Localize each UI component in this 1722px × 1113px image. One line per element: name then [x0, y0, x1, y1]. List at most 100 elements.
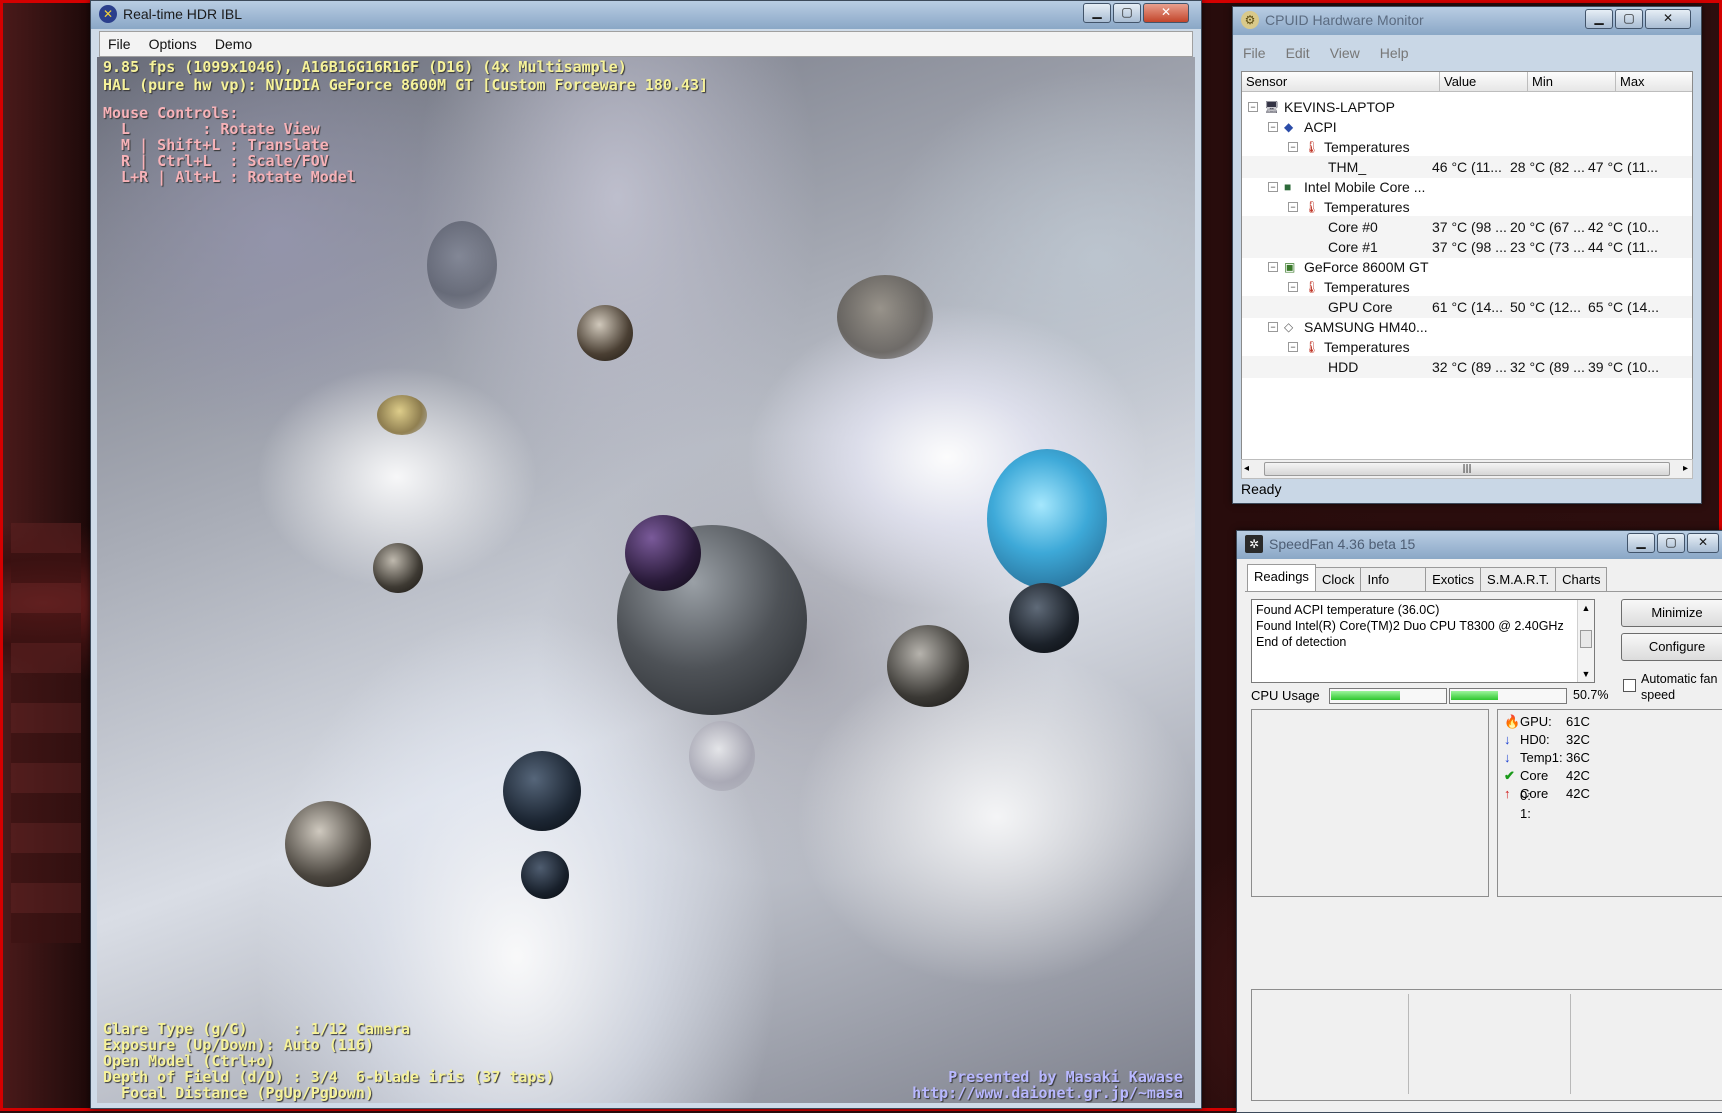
configure-button[interactable]: Configure [1621, 633, 1722, 661]
minimize-action-button[interactable]: Minimize [1621, 599, 1722, 627]
automatic-fan-speed-checkbox[interactable] [1623, 679, 1636, 692]
log-scrollbar[interactable]: ▲ ▼ [1577, 600, 1594, 682]
fan-panel [1251, 709, 1489, 897]
cpuid-menu-help[interactable]: Help [1378, 45, 1411, 67]
fps-info-line: 9.85 fps (1099x1046), A16B16G16R16F (D16… [103, 58, 627, 76]
render-viewport[interactable]: 9.85 fps (1099x1046), A16B16G16R16F (D16… [97, 57, 1195, 1103]
sensor-row[interactable]: THM_ 46 °C (11... 28 °C (82 ... 47 °C (11..… [1242, 156, 1692, 178]
menu-demo[interactable]: Demo [213, 36, 254, 52]
cpuid-menu-view[interactable]: View [1328, 45, 1362, 67]
tree-collapse-toggle[interactable]: − [1268, 322, 1278, 332]
menu-options[interactable]: Options [147, 36, 199, 52]
tab-charts[interactable]: Charts [1555, 567, 1608, 592]
wallpaper-decoration [11, 523, 81, 943]
tab-info[interactable]: Info [1360, 567, 1427, 592]
tree-collapse-toggle[interactable]: − [1268, 262, 1278, 272]
tree-collapse-toggle[interactable]: − [1268, 122, 1278, 132]
cpu-usage-label: CPU Usage [1251, 688, 1320, 703]
cpu-usage-bar-core0 [1329, 688, 1447, 704]
cpuid-maximize-button[interactable]: ▢ [1615, 9, 1643, 29]
sensor-row[interactable]: − 🌡 Temperatures [1242, 336, 1692, 358]
thermometer-icon: 🌡 [1304, 200, 1320, 214]
cpu-usage-value: 50.7% [1573, 688, 1609, 702]
sensor-row[interactable]: Core #1 37 °C (98 ... 23 °C (73 ... 44 °C (… [1242, 236, 1692, 258]
reading-label: HD0: [1520, 732, 1550, 747]
speedfan-minimize-button[interactable]: ▁ [1627, 533, 1655, 553]
sensor-row[interactable]: − ▣ GeForce 8600M GT [1242, 256, 1692, 278]
sensor-label: KEVINS-LAPTOP [1284, 99, 1396, 115]
tab-smart[interactable]: S.M.A.R.T. [1480, 567, 1557, 592]
reading-value: 36C [1566, 750, 1590, 765]
tree-collapse-toggle[interactable]: − [1288, 282, 1298, 292]
log-scroll-up-arrow[interactable]: ▲ [1578, 600, 1594, 616]
tab-exotics[interactable]: Exotics [1425, 567, 1482, 592]
column-header-max[interactable]: Max [1616, 72, 1692, 92]
speedfan-close-button[interactable]: ✕ [1687, 533, 1719, 553]
focal-distance-line: Focal Distance (PgUp/PgDown) [103, 1084, 374, 1102]
temperature-panel: 🔥 GPU: 61C ↓ HD0: 32C ↓ Temp1: 36C ✔ Core 0: 42C ↑ Co… [1497, 709, 1722, 897]
sphere-bottom-left [285, 801, 371, 887]
sensor-label: Temperatures [1324, 139, 1410, 155]
reading-value: 32C [1566, 732, 1590, 747]
sensor-row[interactable]: Core #0 37 °C (98 ... 20 °C (67 ... 42 °C (… [1242, 216, 1692, 238]
tree-collapse-toggle[interactable]: − [1288, 342, 1298, 352]
cpuid-titlebar[interactable]: ⚙ CPUID Hardware Monitor ▁ ▢ ✕ [1233, 7, 1701, 35]
sensor-row[interactable]: GPU Core 61 °C (14... 50 °C (12... 65 °C (1… [1242, 296, 1692, 318]
tab-readings[interactable]: Readings [1247, 564, 1316, 592]
column-header-min[interactable]: Min [1528, 72, 1616, 92]
open-model-line: Open Model (Ctrl+o) [103, 1052, 275, 1070]
credit-url[interactable]: http://www.daionet.gr.jp/~masa [912, 1085, 1183, 1101]
menu-file[interactable]: File [106, 36, 133, 52]
sphere-glass-blue [987, 449, 1107, 589]
sensor-max: 39 °C (10... [1588, 359, 1659, 375]
sensor-label: Core #1 [1328, 239, 1378, 255]
cpuid-minimize-button[interactable]: ▁ [1585, 9, 1613, 29]
speedfan-titlebar[interactable]: ✲ SpeedFan 4.36 beta 15 ▁ ▢ ✕ [1237, 531, 1722, 559]
log-scroll-thumb[interactable] [1580, 630, 1592, 648]
arrow-up-icon: ↑ [1504, 786, 1511, 801]
sensor-max: 44 °C (11... [1588, 239, 1658, 255]
minimize-button[interactable]: ▁ [1083, 3, 1111, 23]
cpuid-window: ⚙ CPUID Hardware Monitor ▁ ▢ ✕ File Edit… [1232, 6, 1702, 504]
detection-log[interactable]: Found ACPI temperature (36.0C) Found Int… [1251, 599, 1595, 683]
column-header-value[interactable]: Value [1440, 72, 1528, 92]
sensor-row[interactable]: − 🌡 Temperatures [1242, 276, 1692, 298]
cpuid-close-button[interactable]: ✕ [1645, 9, 1691, 29]
tab-clock[interactable]: Clock [1314, 567, 1362, 592]
column-header-sensor[interactable]: Sensor [1242, 72, 1440, 92]
log-scroll-down-arrow[interactable]: ▼ [1578, 666, 1594, 682]
sensor-row[interactable]: − ◇ SAMSUNG HM40... [1242, 316, 1692, 338]
cpuid-menu-edit[interactable]: Edit [1284, 45, 1312, 67]
speedfan-title: SpeedFan 4.36 beta 15 [1269, 536, 1416, 552]
depth-of-field-line: Depth of Field (d/D) : 3/4 6-blade iris … [103, 1068, 555, 1086]
sensor-min: 32 °C (89 ... [1510, 359, 1585, 375]
sensor-row[interactable]: − 🌡 Temperatures [1242, 136, 1692, 158]
mouse-control-translate: M | Shift+L : Translate [103, 136, 329, 154]
sensor-value: 32 °C (89 ... [1432, 359, 1507, 375]
reading-label: Temp1: [1520, 750, 1563, 765]
sphere-right-edge [1009, 583, 1079, 653]
horizontal-scrollbar[interactable]: ◂ ||| ▸ [1241, 459, 1693, 479]
tree-collapse-toggle[interactable]: − [1288, 142, 1298, 152]
reading-value: 61C [1566, 714, 1590, 729]
scroll-left-arrow[interactable]: ◂ [1244, 460, 1249, 478]
speedfan-maximize-button[interactable]: ▢ [1657, 533, 1685, 553]
sensor-row[interactable]: − 🌡 Temperatures [1242, 196, 1692, 218]
scroll-thumb[interactable]: ||| [1264, 462, 1670, 476]
tree-collapse-toggle[interactable]: − [1288, 202, 1298, 212]
tree-collapse-toggle[interactable]: − [1248, 102, 1258, 112]
sensor-row[interactable]: HDD 32 °C (89 ... 32 °C (89 ... 39 °C (10..… [1242, 356, 1692, 378]
scroll-right-arrow[interactable]: ▸ [1683, 460, 1688, 478]
tree-collapse-toggle[interactable]: − [1268, 182, 1278, 192]
hdr-titlebar[interactable]: ✕ Real-time HDR IBL ▁ ▢ ✕ [91, 1, 1201, 29]
sensor-tree[interactable]: Sensor Value Min Max − 🖥 KEVINS-LAPTOP − ◆ AC… [1241, 71, 1693, 463]
close-button[interactable]: ✕ [1143, 3, 1189, 23]
sensor-min: 23 °C (73 ... [1510, 239, 1585, 255]
cpuid-menu-file[interactable]: File [1241, 45, 1268, 67]
sensor-row[interactable]: − ■ Intel Mobile Core ... [1242, 176, 1692, 198]
flame-icon: 🔥 [1504, 714, 1521, 729]
sensor-row[interactable]: − ◆ ACPI [1242, 116, 1692, 138]
maximize-button[interactable]: ▢ [1113, 3, 1141, 23]
mouse-control-rotate-view: L : Rotate View [103, 120, 320, 138]
sensor-row[interactable]: − 🖥 KEVINS-LAPTOP [1242, 96, 1692, 118]
